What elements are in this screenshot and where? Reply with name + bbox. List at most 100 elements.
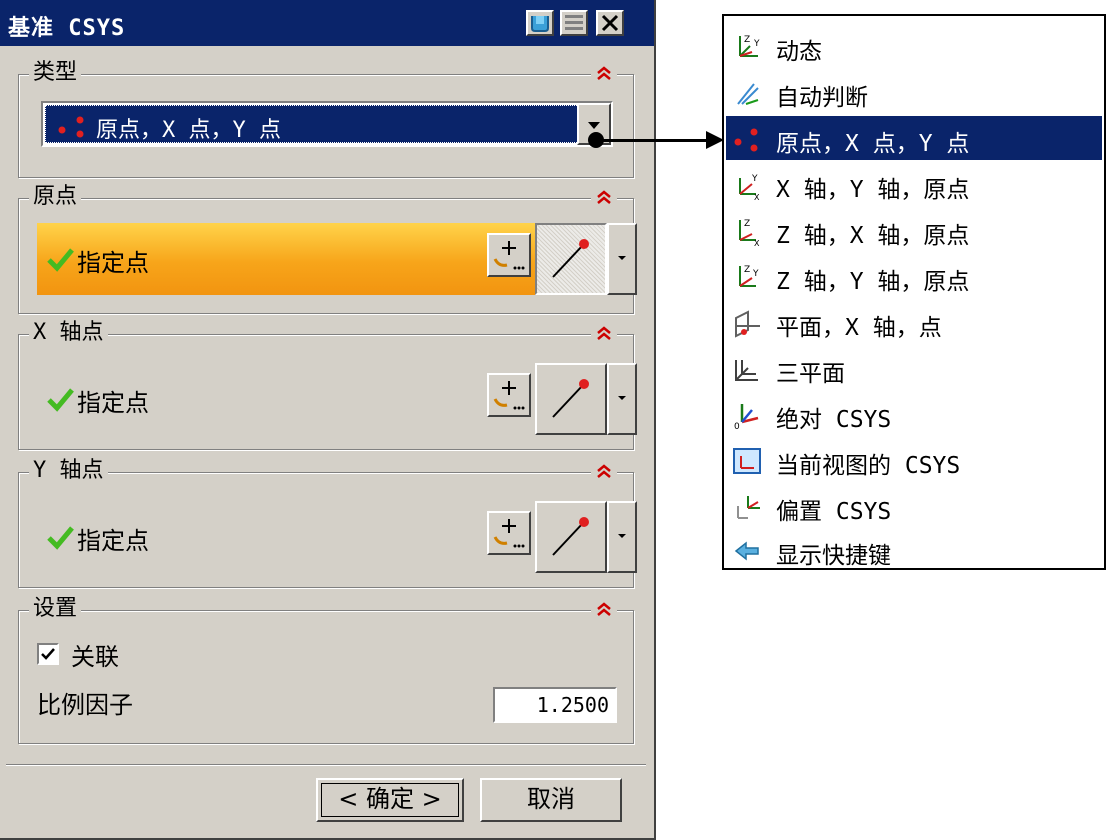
- menu-item-inferred[interactable]: 自动判断: [726, 70, 1102, 114]
- menu-item-label: 当前视图的 CSYS: [776, 453, 961, 479]
- origin-group-title: 原点: [29, 183, 82, 211]
- menu-item-label: 平面，X 轴，点: [776, 315, 942, 341]
- infer-point-button[interactable]: [535, 223, 607, 295]
- associative-checkbox[interactable]: [37, 643, 59, 665]
- reset-button[interactable]: [526, 10, 554, 36]
- separator: [6, 764, 646, 766]
- x-y-axis-origin-icon: YX: [739, 174, 760, 200]
- title-bar[interactable]: 基准 CSYS: [0, 0, 654, 46]
- svg-text:Z: Z: [744, 265, 750, 275]
- menu-item-label: 绝对 CSYS: [776, 407, 892, 433]
- infer-point-button[interactable]: [535, 501, 607, 573]
- x-point-group: X 轴点 指定点: [18, 319, 637, 450]
- dynamic-csys-icon: ZY: [739, 35, 760, 57]
- settings-group: 设置 关联 比例因子 1.2500: [18, 595, 634, 744]
- menu-item-label: 偏置 CSYS: [776, 499, 892, 525]
- three-planes-icon: [735, 360, 758, 381]
- check-icon: [47, 388, 74, 412]
- svg-text:X: X: [754, 239, 760, 246]
- svg-text:Z: Z: [744, 219, 750, 229]
- point-constructor-icon: [493, 519, 525, 548]
- infer-point-icon: [552, 239, 589, 278]
- type-selected-value: 原点，X 点，Y 点: [45, 105, 579, 143]
- datum-csys-dialog: 基准 CSYS 类型 原点，X 点，Y 点 原点 指定点 X 轴点 指定点 Y …: [0, 0, 656, 840]
- menu-item-z-y-axis-origin[interactable]: ZY Z 轴，Y 轴，原点: [726, 254, 1102, 298]
- origin-specify-point-row[interactable]: 指定点: [37, 223, 637, 295]
- origin-specify-label: 指定点: [77, 249, 149, 277]
- svg-text:Z: Z: [744, 35, 750, 45]
- point-constructor-icon: [493, 241, 525, 270]
- list-icon: [565, 15, 583, 30]
- close-icon: [601, 14, 619, 32]
- type-group: 类型 原点，X 点，Y 点: [18, 59, 634, 178]
- settings-group-title: 设置: [29, 595, 82, 623]
- y-specify-label: 指定点: [77, 527, 149, 555]
- menu-item-dynamic[interactable]: ZY 动态: [726, 24, 1102, 68]
- inferred-icon: [737, 83, 759, 105]
- menu-item-current-view-csys[interactable]: 当前视图的 CSYS: [726, 438, 1102, 482]
- type-group-title: 类型: [29, 59, 82, 87]
- ok-button[interactable]: < 确定 >: [316, 778, 464, 822]
- menu-item-show-shortcuts[interactable]: 显示快捷键: [726, 528, 1102, 572]
- point-dialog-button[interactable]: [487, 233, 531, 277]
- menu-item-label: 显示快捷键: [776, 543, 891, 569]
- point-type-dropdown[interactable]: [607, 363, 637, 435]
- menu-item-plane-x-axis-point[interactable]: 平面，X 轴，点: [726, 300, 1102, 344]
- menu-button[interactable]: [560, 10, 588, 36]
- menu-item-origin-x-y-point[interactable]: 原点，X 点，Y 点: [726, 116, 1102, 160]
- svg-text:X: X: [754, 193, 760, 200]
- point-dialog-button[interactable]: [487, 373, 531, 417]
- point-constructor-icon: [493, 381, 525, 410]
- z-y-axis-origin-icon: ZY: [739, 265, 759, 287]
- menu-item-three-planes[interactable]: 三平面: [726, 346, 1102, 390]
- menu-item-label: X 轴，Y 轴，原点: [776, 177, 970, 203]
- cancel-button[interactable]: 取消: [480, 778, 622, 822]
- menu-item-label: 自动判断: [776, 85, 868, 111]
- menu-item-z-x-axis-origin[interactable]: ZX Z 轴，X 轴，原点: [726, 208, 1102, 252]
- y-specify-point-row[interactable]: 指定点: [37, 501, 637, 573]
- associative-label: 关联: [71, 643, 119, 671]
- menu-item-x-y-axis-origin[interactable]: YX X 轴，Y 轴，原点: [726, 162, 1102, 206]
- infer-point-icon: [552, 379, 589, 418]
- svg-text:Y: Y: [752, 269, 759, 279]
- y-point-group-title: Y 轴点: [29, 457, 108, 485]
- menu-item-label: 三平面: [776, 361, 845, 387]
- connector-dot: [588, 132, 604, 148]
- connector-line: [596, 139, 710, 142]
- three-points-icon: [58, 116, 84, 138]
- origin-group: 原点 指定点: [18, 183, 637, 314]
- dialog-title: 基准 CSYS: [8, 16, 126, 41]
- menu-item-label: Z 轴，Y 轴，原点: [776, 269, 970, 295]
- three-points-icon: [734, 128, 758, 152]
- collapse-icon[interactable]: [591, 187, 617, 209]
- chevron-down-icon: [618, 256, 626, 260]
- infer-point-button[interactable]: [535, 363, 607, 435]
- point-type-dropdown[interactable]: [607, 501, 637, 573]
- chevron-down-icon: [618, 396, 626, 400]
- scale-factor-input[interactable]: 1.2500: [493, 687, 617, 723]
- check-icon: [47, 526, 74, 550]
- svg-text:Y: Y: [751, 174, 758, 184]
- menu-item-label: 原点，X 点，Y 点: [776, 131, 970, 157]
- menu-item-label: Z 轴，X 轴，原点: [776, 223, 970, 249]
- menu-item-absolute-csys[interactable]: 0 绝对 CSYS: [726, 392, 1102, 436]
- reset-icon: [531, 16, 549, 32]
- point-dialog-button[interactable]: [487, 511, 531, 555]
- collapse-icon[interactable]: [591, 599, 617, 621]
- x-specify-point-row[interactable]: 指定点: [37, 363, 637, 435]
- x-point-group-title: X 轴点: [29, 319, 108, 347]
- type-menu-list: ZY 动态 自动判断 原点，X 点，Y 点 YX X 轴，Y 轴，原点 ZX Z…: [722, 14, 1106, 570]
- point-type-dropdown[interactable]: [607, 223, 637, 295]
- absolute-csys-icon: 0: [734, 404, 759, 430]
- menu-item-offset-csys[interactable]: 偏置 CSYS: [726, 484, 1102, 528]
- menu-item-label: 动态: [776, 39, 822, 65]
- collapse-icon[interactable]: [591, 63, 617, 85]
- close-button[interactable]: [596, 10, 624, 36]
- collapse-icon[interactable]: [591, 461, 617, 483]
- z-x-axis-origin-icon: ZX: [739, 219, 760, 246]
- svg-text:0: 0: [734, 422, 740, 430]
- scale-factor-label: 比例因子: [37, 691, 133, 719]
- offset-csys-icon: [737, 496, 760, 519]
- type-dropdown[interactable]: 原点，X 点，Y 点: [41, 101, 613, 147]
- collapse-icon[interactable]: [591, 323, 617, 345]
